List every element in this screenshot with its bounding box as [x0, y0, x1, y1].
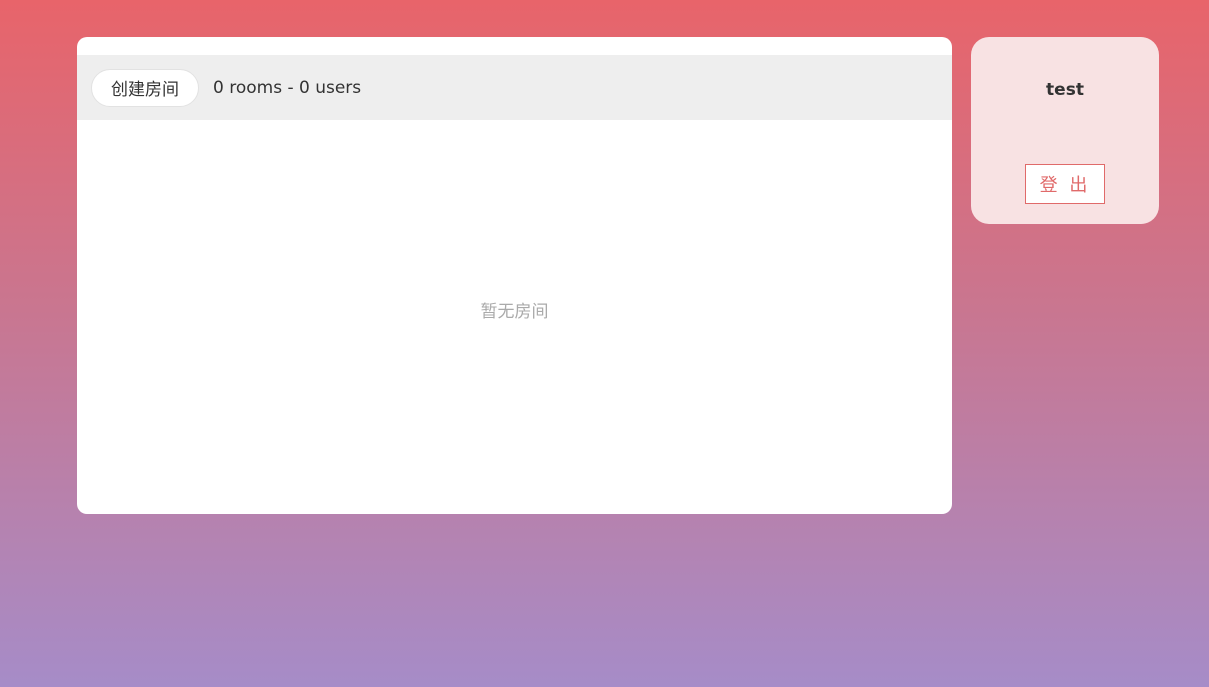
- user-panel: test 登 出: [971, 37, 1159, 224]
- logout-button[interactable]: 登 出: [1025, 164, 1105, 204]
- room-user-count: 0 rooms - 0 users: [213, 77, 362, 98]
- username: test: [1046, 80, 1084, 100]
- create-room-button[interactable]: 创建房间: [91, 68, 199, 107]
- empty-rooms-message: 暂无房间: [480, 302, 549, 322]
- room-list-toolbar: 创建房间 0 rooms - 0 users: [77, 55, 952, 120]
- room-list-panel: 创建房间 0 rooms - 0 users 暂无房间: [77, 37, 952, 514]
